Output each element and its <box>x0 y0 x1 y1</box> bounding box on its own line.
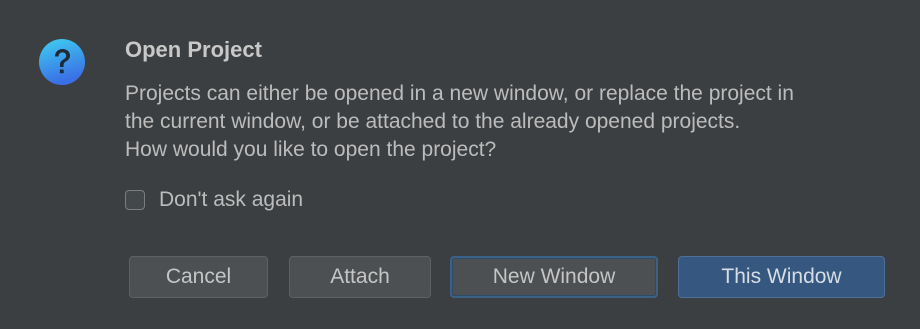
message-line: Projects can either be opened in a new w… <box>125 82 794 105</box>
message-line: the current window, or be attached to th… <box>125 110 741 133</box>
new-window-button[interactable]: New Window <box>450 256 658 298</box>
question-icon <box>38 38 86 86</box>
cancel-button[interactable]: Cancel <box>129 256 268 298</box>
dont-ask-again-row[interactable]: Don't ask again <box>125 186 303 214</box>
message-line: How would you like to open the project? <box>125 138 497 161</box>
dialog-title: Open Project <box>125 37 262 62</box>
dialog-message: Projects can either be opened in a new w… <box>125 80 905 164</box>
open-project-dialog: Open Project Projects can either be open… <box>0 0 920 329</box>
attach-button[interactable]: Attach <box>289 256 431 298</box>
dont-ask-again-label[interactable]: Don't ask again <box>159 188 303 212</box>
dont-ask-again-checkbox[interactable] <box>125 190 145 210</box>
this-window-button[interactable]: This Window <box>678 256 885 298</box>
